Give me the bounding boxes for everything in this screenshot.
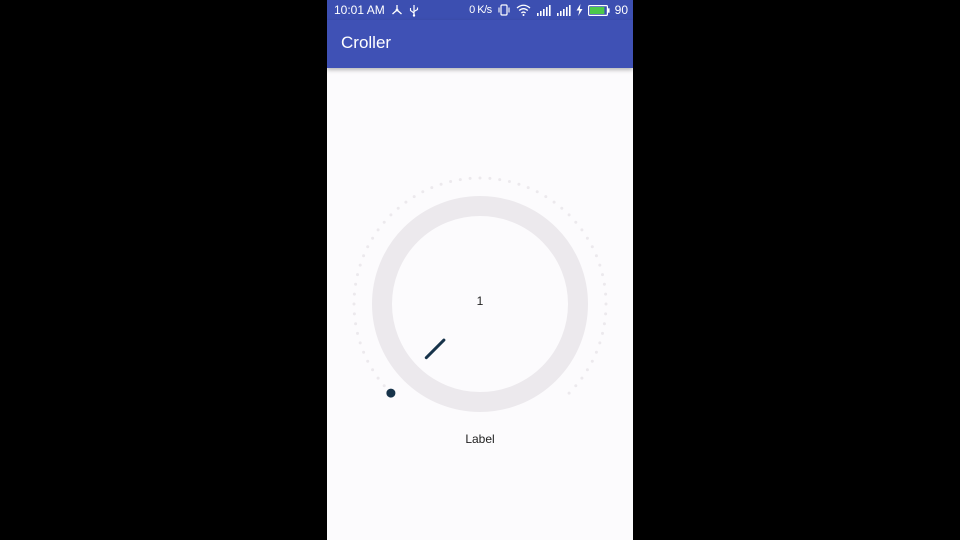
progress-dot bbox=[552, 200, 556, 204]
net-speed: 0 K/s bbox=[469, 4, 492, 16]
progress-dot bbox=[404, 200, 408, 204]
status-left: 10:01 AM bbox=[334, 0, 419, 20]
progress-dot bbox=[601, 273, 604, 277]
progress-dot bbox=[601, 331, 604, 335]
progress-dot bbox=[389, 213, 393, 217]
phone-screen: 10:01 AM 0 K/s 90 Croller 1 Label bbox=[327, 0, 633, 540]
progress-dot bbox=[362, 254, 366, 258]
progress-dot bbox=[358, 341, 362, 345]
progress-dot bbox=[421, 190, 425, 194]
progress-dot bbox=[382, 384, 386, 388]
progress-dot bbox=[602, 282, 606, 286]
progress-dot bbox=[354, 322, 358, 326]
progress-dot bbox=[590, 245, 594, 249]
progress-dot bbox=[598, 341, 602, 345]
usb-icon bbox=[409, 4, 419, 17]
progress-dot bbox=[352, 312, 356, 316]
progress-dot bbox=[458, 178, 462, 182]
progress-dot bbox=[362, 350, 366, 354]
progress-dot bbox=[590, 359, 594, 363]
croller-indicator-line bbox=[424, 338, 446, 360]
progress-dot bbox=[449, 180, 453, 183]
usb-tether-icon bbox=[391, 4, 403, 16]
progress-dot bbox=[604, 312, 608, 316]
progress-dot bbox=[358, 263, 362, 267]
signal-icon bbox=[536, 4, 551, 16]
progress-dot bbox=[598, 263, 602, 267]
progress-dot bbox=[507, 180, 511, 183]
progress-dot bbox=[560, 206, 564, 210]
progress-dot bbox=[376, 228, 380, 232]
progress-dot bbox=[412, 195, 416, 199]
vibrate-icon bbox=[497, 4, 511, 16]
status-bar: 10:01 AM 0 K/s 90 bbox=[327, 0, 633, 20]
progress-dot bbox=[488, 176, 492, 180]
battery-icon bbox=[587, 4, 610, 16]
progress-dot bbox=[396, 206, 400, 210]
progress-dot bbox=[574, 384, 578, 388]
battery-level: 90 bbox=[614, 3, 628, 17]
progress-dot bbox=[498, 178, 502, 182]
progress-dot bbox=[535, 190, 539, 194]
progress-dot bbox=[468, 176, 472, 180]
progress-dot bbox=[526, 186, 530, 190]
progress-dot bbox=[356, 331, 359, 335]
progress-dot bbox=[478, 176, 482, 180]
progress-dot bbox=[567, 391, 571, 395]
app-bar: Croller bbox=[327, 20, 633, 68]
progress-dot bbox=[371, 368, 375, 372]
croller-progress-dot bbox=[386, 388, 396, 398]
croller-value: 1 bbox=[476, 294, 484, 308]
app-title: Croller bbox=[341, 33, 392, 52]
progress-dot bbox=[594, 350, 598, 354]
progress-dot bbox=[585, 368, 589, 372]
progress-dot bbox=[602, 322, 606, 326]
progress-dot bbox=[580, 228, 584, 232]
progress-dot bbox=[376, 376, 380, 380]
progress-dot bbox=[366, 359, 370, 363]
progress-dot bbox=[430, 186, 434, 190]
progress-dot bbox=[354, 282, 358, 286]
charging-icon bbox=[576, 4, 583, 16]
progress-dot bbox=[439, 182, 443, 186]
progress-dot bbox=[585, 236, 589, 240]
croller-knob[interactable]: 1 Label bbox=[327, 68, 633, 540]
status-right: 0 K/s 90 bbox=[469, 0, 628, 20]
progress-dot bbox=[356, 273, 359, 277]
progress-dot bbox=[580, 376, 584, 380]
progress-dot bbox=[517, 182, 521, 186]
progress-dot bbox=[366, 245, 370, 249]
progress-dot bbox=[544, 195, 548, 199]
wifi-icon bbox=[516, 4, 531, 16]
progress-dot bbox=[574, 220, 578, 224]
progress-dot bbox=[594, 254, 598, 258]
status-time: 10:01 AM bbox=[334, 3, 385, 17]
croller-label: Label bbox=[465, 432, 495, 446]
progress-dot bbox=[567, 213, 571, 217]
progress-dot bbox=[371, 236, 375, 240]
main-content: 1 Label bbox=[327, 68, 633, 540]
progress-dot bbox=[382, 220, 386, 224]
signal-icon bbox=[556, 4, 571, 16]
